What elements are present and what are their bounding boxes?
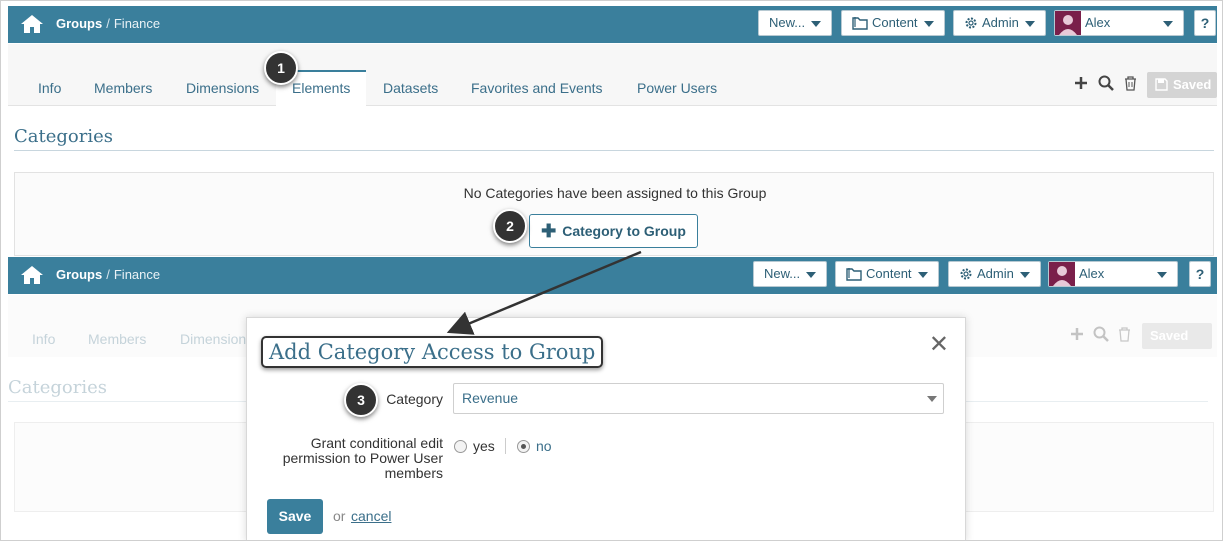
annotation-arrow: [446, 250, 642, 335]
callout-3: 3: [344, 383, 378, 417]
callout-2: 2: [493, 209, 527, 243]
callout-1: 1: [264, 51, 298, 85]
screenshot-frame: Groups / Finance New... Content Admin Alex…: [0, 0, 1223, 541]
